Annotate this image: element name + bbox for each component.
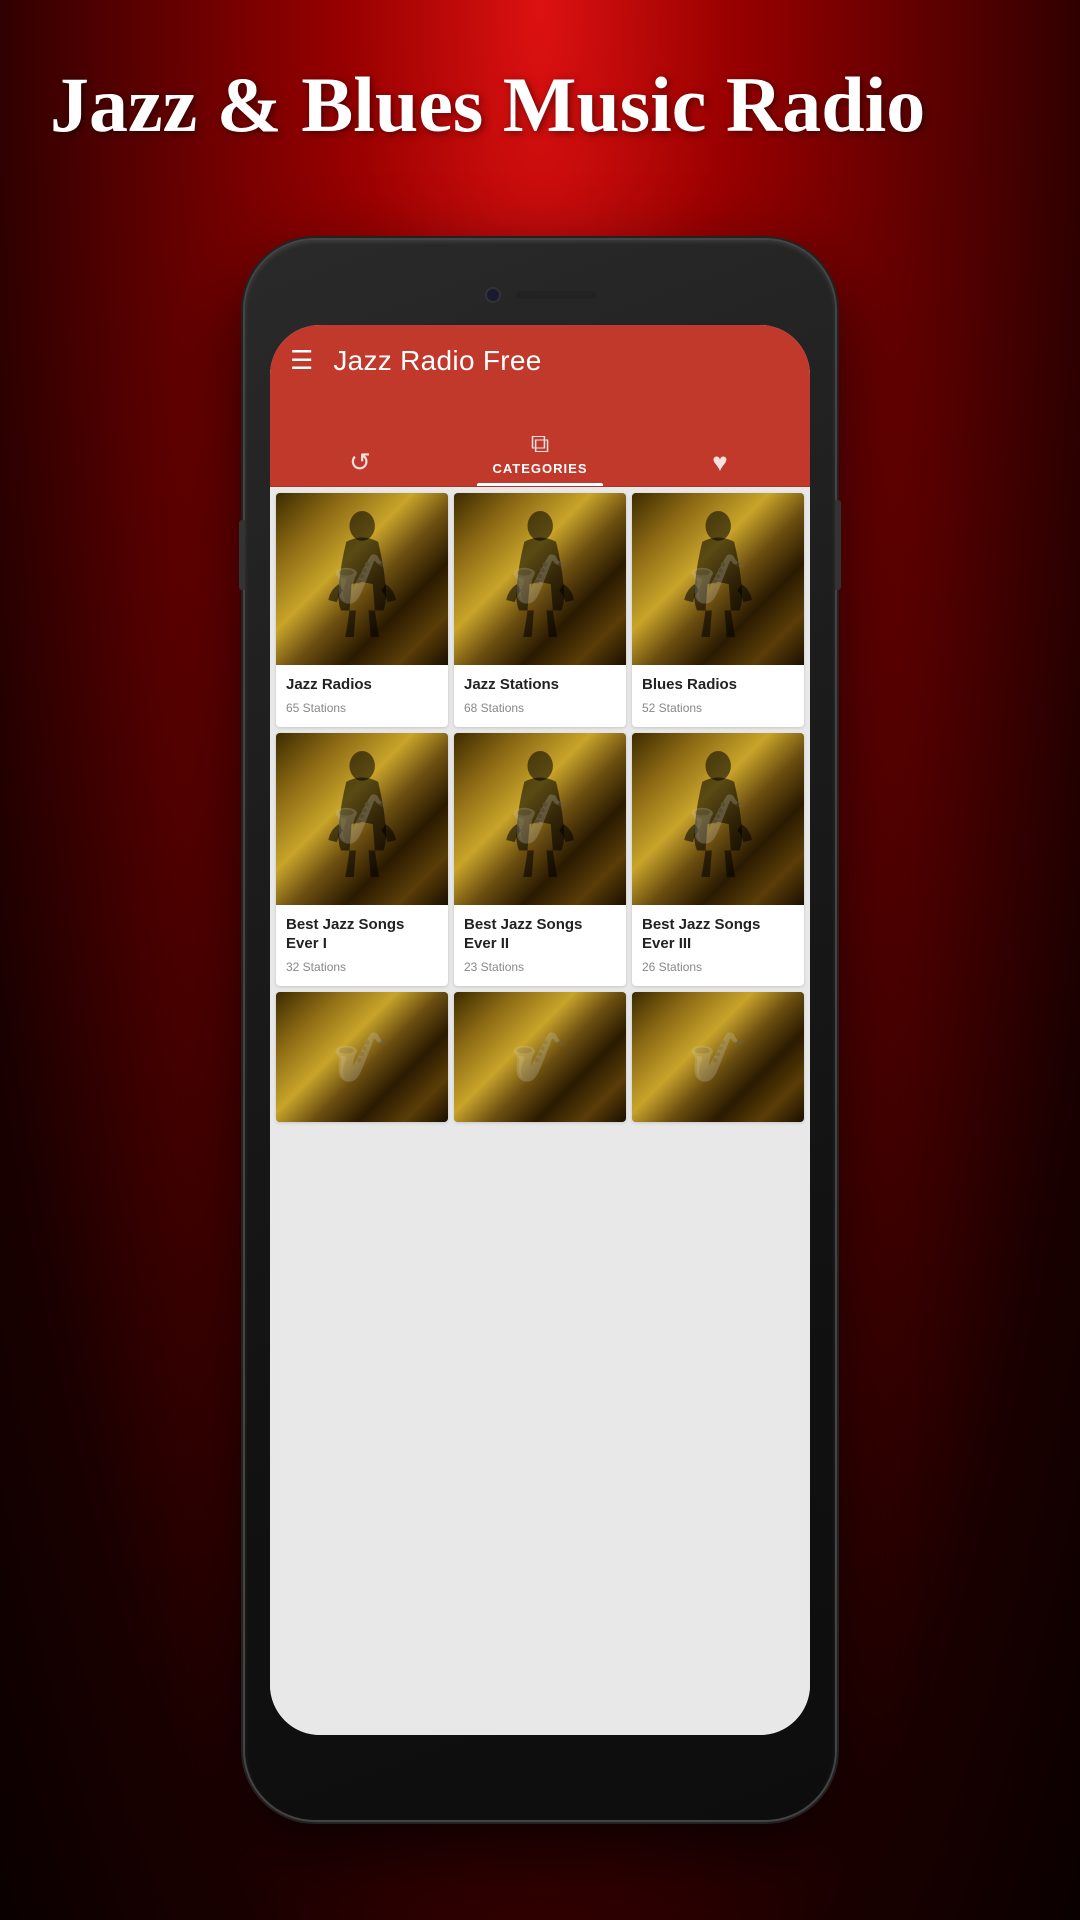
silhouette-blues-radios — [632, 493, 804, 665]
card-image-jazz-radios — [276, 493, 448, 665]
card-image-blues-radios — [632, 493, 804, 665]
tab-categories[interactable]: ⧉ CATEGORIES — [450, 431, 630, 486]
category-card-partial-1[interactable] — [276, 992, 448, 1122]
card-stations-jazz-radios: 65 Stations — [286, 701, 438, 715]
card-stations-blues-radios: 52 Stations — [642, 701, 794, 715]
card-title-jazz-stations: Jazz Stations — [464, 675, 616, 695]
card-info-jazz-radios: Jazz Radios 65 Stations — [276, 665, 448, 727]
card-image-partial-2 — [454, 992, 626, 1122]
phone-screen: ☰ Jazz Radio Free ↺ ⧉ CATEGORIES ♥ — [270, 325, 810, 1735]
card-image-jazz-stations — [454, 493, 626, 665]
card-title-jazz-radios: Jazz Radios — [286, 675, 438, 695]
phone-device: ☰ Jazz Radio Free ↺ ⧉ CATEGORIES ♥ — [245, 240, 835, 1820]
card-image-best-jazz-3 — [632, 733, 804, 905]
card-stations-jazz-stations: 68 Stations — [464, 701, 616, 715]
card-title-best-jazz-3: Best Jazz Songs Ever III — [642, 915, 794, 954]
layers-icon: ⧉ — [531, 431, 550, 457]
app-topbar: ☰ Jazz Radio Free — [270, 325, 810, 397]
card-title-blues-radios: Blues Radios — [642, 675, 794, 695]
category-card-partial-3[interactable] — [632, 992, 804, 1122]
category-card-best-jazz-3[interactable]: Best Jazz Songs Ever III 26 Stations — [632, 733, 804, 986]
heart-icon: ♥ — [712, 450, 727, 476]
card-info-best-jazz-2: Best Jazz Songs Ever II 23 Stations — [454, 905, 626, 986]
card-info-best-jazz-1: Best Jazz Songs Ever I 32 Stations — [276, 905, 448, 986]
tab-favorites[interactable]: ♥ — [630, 450, 810, 486]
card-stations-best-jazz-1: 32 Stations — [286, 960, 438, 974]
history-icon: ↺ — [349, 450, 371, 476]
card-image-partial-3 — [632, 992, 804, 1122]
silhouette-jazz-stations — [454, 493, 626, 665]
category-card-jazz-radios[interactable]: Jazz Radios 65 Stations — [276, 493, 448, 727]
silhouette-best-jazz-3 — [632, 733, 804, 905]
phone-top-bar — [450, 285, 630, 305]
app-container: ☰ Jazz Radio Free ↺ ⧉ CATEGORIES ♥ — [270, 325, 810, 1735]
volume-button — [239, 520, 245, 590]
silhouette-jazz-radios — [276, 493, 448, 665]
app-title: Jazz Radio Free — [333, 345, 541, 377]
card-title-best-jazz-1: Best Jazz Songs Ever I — [286, 915, 438, 954]
silhouette-best-jazz-2 — [454, 733, 626, 905]
category-card-best-jazz-1[interactable]: Best Jazz Songs Ever I 32 Stations — [276, 733, 448, 986]
category-card-best-jazz-2[interactable]: Best Jazz Songs Ever II 23 Stations — [454, 733, 626, 986]
card-image-best-jazz-2 — [454, 733, 626, 905]
tab-history[interactable]: ↺ — [270, 450, 450, 486]
phone-speaker — [516, 291, 596, 299]
card-info-blues-radios: Blues Radios 52 Stations — [632, 665, 804, 727]
category-card-partial-2[interactable] — [454, 992, 626, 1122]
card-image-best-jazz-1 — [276, 733, 448, 905]
card-title-best-jazz-2: Best Jazz Songs Ever II — [464, 915, 616, 954]
tabs-bar: ↺ ⧉ CATEGORIES ♥ — [270, 397, 810, 487]
power-button — [835, 500, 841, 590]
categories-grid: Jazz Radios 65 Stations — [270, 487, 810, 1735]
page-title: Jazz & Blues Music Radio — [50, 60, 1030, 150]
card-info-best-jazz-3: Best Jazz Songs Ever III 26 Stations — [632, 905, 804, 986]
category-card-blues-radios[interactable]: Blues Radios 52 Stations — [632, 493, 804, 727]
category-card-jazz-stations[interactable]: Jazz Stations 68 Stations — [454, 493, 626, 727]
card-stations-best-jazz-3: 26 Stations — [642, 960, 794, 974]
silhouette-best-jazz-1 — [276, 733, 448, 905]
card-stations-best-jazz-2: 23 Stations — [464, 960, 616, 974]
hamburger-icon[interactable]: ☰ — [290, 348, 313, 374]
card-info-jazz-stations: Jazz Stations 68 Stations — [454, 665, 626, 727]
tab-categories-label: CATEGORIES — [493, 461, 588, 476]
card-image-partial-1 — [276, 992, 448, 1122]
phone-camera — [485, 287, 501, 303]
